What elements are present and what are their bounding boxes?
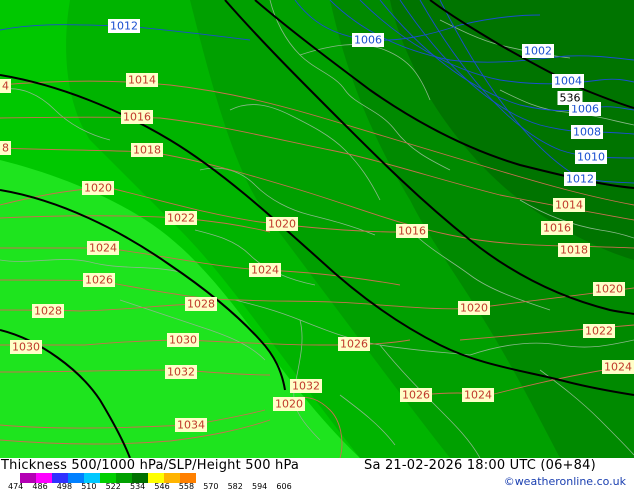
map-datetime: Sa 21-02-2026 18:00 UTC (06+84)	[364, 458, 596, 473]
isobar-label: 1024	[249, 263, 281, 277]
svg-text:1018: 1018	[560, 244, 588, 257]
svg-text:1034: 1034	[177, 419, 205, 432]
isobar-label: 1020	[82, 181, 114, 195]
isobar-label: 1026	[400, 388, 432, 402]
height-label: 536	[557, 91, 583, 105]
thickness-legend: 474 486 498 510 522 534 546 558 570 582 594 606	[8, 471, 308, 491]
svg-text:1032: 1032	[292, 380, 320, 393]
isobar-label: 1018	[131, 143, 163, 157]
isobar-label: 1026	[83, 273, 115, 287]
isobar-label: 4	[0, 79, 11, 93]
isobar-label: 1032	[165, 365, 197, 379]
svg-text:1032: 1032	[167, 366, 195, 379]
svg-text:1020: 1020	[268, 218, 296, 231]
isobar-label-low: 1004	[552, 74, 584, 88]
svg-text:1020: 1020	[595, 283, 623, 296]
isobar-label: 1020	[593, 282, 625, 296]
svg-text:1008: 1008	[573, 126, 601, 139]
svg-text:1020: 1020	[275, 398, 303, 411]
svg-text:1024: 1024	[604, 361, 632, 374]
isobar-label: 1020	[266, 217, 298, 231]
credit-link[interactable]: ©weatheronline.co.uk	[504, 475, 626, 488]
svg-text:1014: 1014	[128, 74, 156, 87]
svg-text:1018: 1018	[133, 144, 161, 157]
isobar-label: 1024	[602, 360, 634, 374]
svg-text:1030: 1030	[169, 334, 197, 347]
svg-text:1024: 1024	[89, 242, 117, 255]
svg-text:1028: 1028	[34, 305, 62, 318]
isobar-label: 1024	[462, 388, 494, 402]
isobar-label: 1030	[10, 340, 42, 354]
svg-text:1026: 1026	[340, 338, 368, 351]
svg-text:1016: 1016	[398, 225, 426, 238]
isobar-label: 1022	[583, 324, 615, 338]
svg-text:4: 4	[2, 80, 9, 93]
svg-text:1024: 1024	[251, 264, 279, 277]
isobar-label-low: 1002	[522, 44, 554, 58]
svg-text:1022: 1022	[585, 325, 613, 338]
isobar-label: 1016	[396, 224, 428, 238]
svg-text:1010: 1010	[577, 151, 605, 164]
svg-text:8: 8	[2, 142, 9, 155]
svg-text:1002: 1002	[524, 45, 552, 58]
map-footer: Thickness 500/1000 hPa/SLP/Height 500 hP…	[0, 458, 634, 491]
svg-text:1020: 1020	[84, 182, 112, 195]
isobar-label-low: 1012	[564, 172, 596, 186]
svg-text:1004: 1004	[554, 75, 582, 88]
isobar-label: 1020	[458, 301, 490, 315]
isobar-label: 1030	[167, 333, 199, 347]
isobar-label-low: 1008	[571, 125, 603, 139]
svg-text:1014: 1014	[555, 199, 583, 212]
isobar-label: 1014	[126, 73, 158, 87]
isobar-label: 1016	[541, 221, 573, 235]
svg-text:1020: 1020	[460, 302, 488, 315]
isobar-label: 1028	[185, 297, 217, 311]
map-canvas: 1014 1016 1018 1020 1022 1024 1026 1028 1030 1032…	[0, 0, 634, 458]
svg-text:1012: 1012	[110, 20, 138, 33]
svg-text:1022: 1022	[167, 212, 195, 225]
isobar-label-low: 1006	[352, 33, 384, 47]
weather-map: 1014 1016 1018 1020 1022 1024 1026 1028 1030 1032…	[0, 0, 634, 458]
svg-text:1028: 1028	[187, 298, 215, 311]
isobar-label: 1024	[87, 241, 119, 255]
isobar-label: 1020	[273, 397, 305, 411]
isobar-label: 1022	[165, 211, 197, 225]
svg-text:1012: 1012	[566, 173, 594, 186]
svg-text:1030: 1030	[12, 341, 40, 354]
svg-text:1006: 1006	[354, 34, 382, 47]
isobar-label: 8	[0, 141, 11, 155]
isobar-label: 1026	[338, 337, 370, 351]
isobar-label: 1014	[553, 198, 585, 212]
isobar-label-low: 1010	[575, 150, 607, 164]
svg-text:1016: 1016	[543, 222, 571, 235]
svg-text:1026: 1026	[85, 274, 113, 287]
svg-text:1026: 1026	[402, 389, 430, 402]
svg-text:536: 536	[560, 92, 581, 105]
isobar-label: 1028	[32, 304, 64, 318]
svg-text:1024: 1024	[464, 389, 492, 402]
isobar-label: 1032	[290, 379, 322, 393]
isobar-label: 1018	[558, 243, 590, 257]
isobar-label-low: 1012	[108, 19, 140, 33]
isobar-label: 1034	[175, 418, 207, 432]
svg-text:1016: 1016	[123, 111, 151, 124]
isobar-label: 1016	[121, 110, 153, 124]
height-labels: 536	[557, 91, 583, 105]
